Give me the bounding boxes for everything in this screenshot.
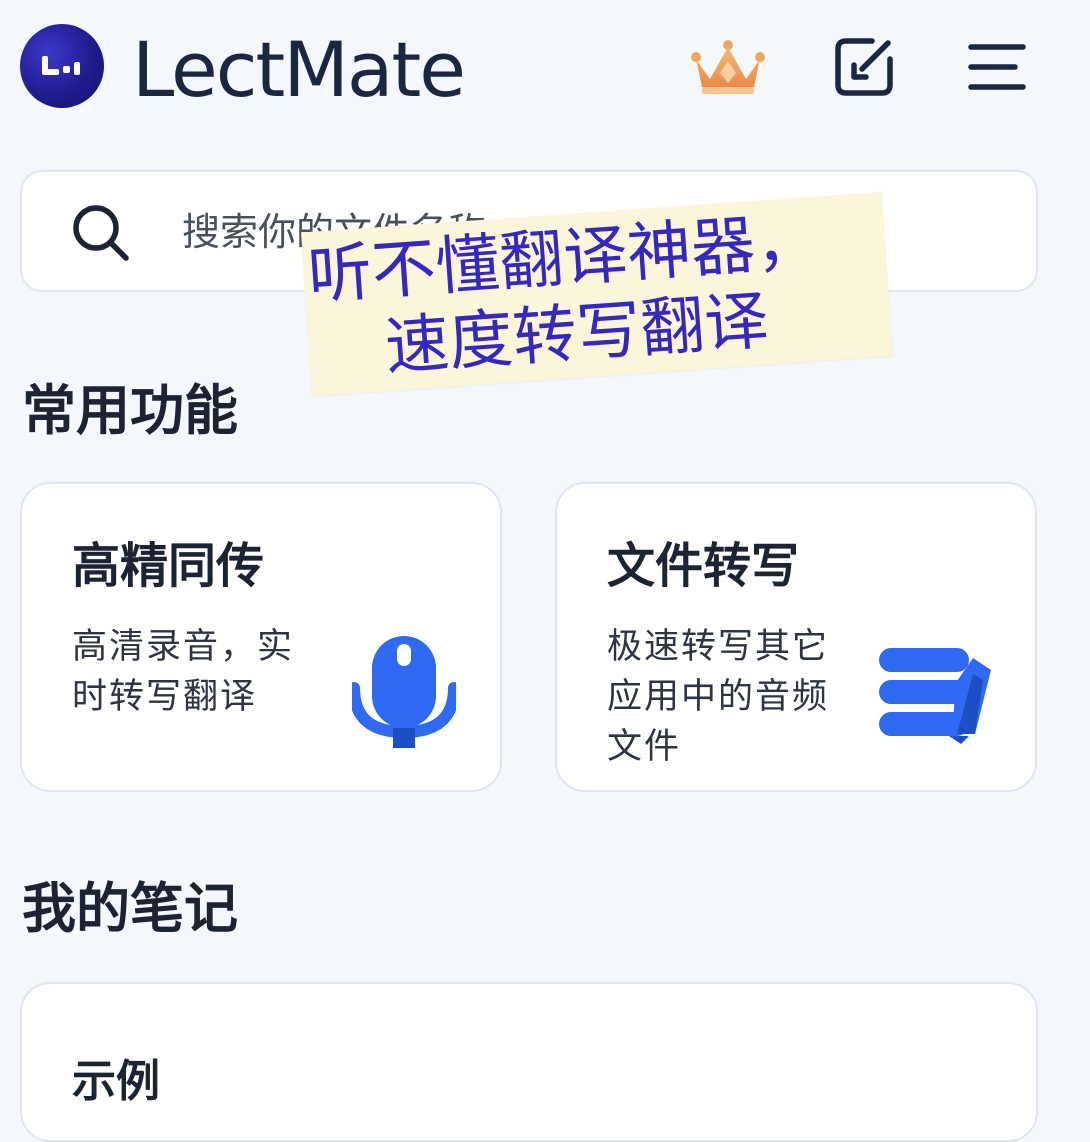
file-transcribe-icon [875,644,995,748]
app-header: LectMate [0,0,1090,140]
section-title-common-features: 常用功能 [22,379,238,442]
hamburger-menu-icon[interactable] [957,32,1037,102]
import-file-icon[interactable] [824,32,904,102]
feature-card-live-translation[interactable]: 高精同传 高清录音，实时转写翻译 [20,482,502,792]
lectmate-logo-icon [20,24,104,108]
feature-title: 高精同传 [72,538,265,594]
feature-description: 极速转写其它应用中的音频文件 [607,627,830,767]
section-title-my-notes: 我的笔记 [22,877,238,940]
crown-icon[interactable] [688,32,768,102]
feature-card-file-transcription[interactable]: 文件转写 极速转写其它应用中的音频文件 [555,482,1037,792]
app-name: LectMate [132,25,466,114]
microphone-icon [348,634,460,758]
search-icon [70,202,132,268]
feature-title: 文件转写 [607,538,800,594]
note-card[interactable]: 示例 [20,982,1038,1142]
feature-description: 高清录音，实时转写翻译 [72,627,295,717]
note-title: 示例 [72,1056,160,1107]
